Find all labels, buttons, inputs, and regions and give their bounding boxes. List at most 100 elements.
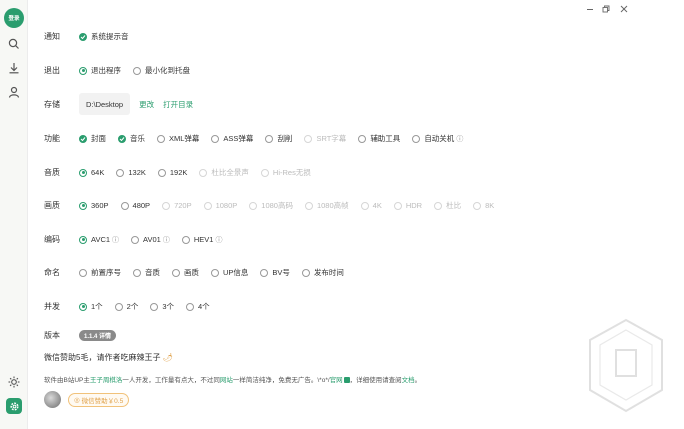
video-option-label: 8K [485,201,495,210]
feature-srt-subtitle-checkbox[interactable]: SRT字幕 [304,133,346,144]
checkbox-icon [133,268,141,277]
feature-music-checkbox[interactable]: 音乐 [118,133,145,144]
audio-hires-radio[interactable]: Hi-Res无损 [260,167,311,178]
exit-row: 退出 退出程序 最小化到托盘 [44,65,202,76]
audio-dolby-atmos-radio[interactable]: 杜比全景声 [199,167,249,178]
concurrency-3-radio[interactable]: 3个 [150,301,174,312]
naming-bv-checkbox[interactable]: BV号 [260,267,290,278]
radio-icon [79,201,87,210]
docs-link[interactable]: 文档 [402,377,415,384]
concurrency-option-label: 1个 [91,302,103,311]
site-link[interactable]: 网站 [220,377,233,384]
audio-64k-radio[interactable]: 64K [79,168,104,177]
info-icon[interactable]: ⓘ [163,235,170,245]
naming-up-info-checkbox[interactable]: UP信息 [211,267,248,278]
video-4k-radio[interactable]: 4K [360,201,382,210]
sidebar: 登录 [0,0,28,429]
notify-row: 通知 系统提示音 [44,31,141,42]
feature-cover-checkbox[interactable]: 封面 [79,133,106,144]
naming-video-checkbox[interactable]: 画质 [172,267,199,278]
radio-icon [203,201,212,210]
close-icon[interactable] [618,3,630,15]
naming-index-checkbox[interactable]: 前置序号 [79,267,121,278]
audio-option-label: 杜比全景声 [211,168,249,177]
feature-tools-checkbox[interactable]: 辅助工具 [358,133,400,144]
codec-avc1-radio[interactable]: AVC1 ⓘ [79,235,119,245]
concurrency-2-radio[interactable]: 2个 [114,301,138,312]
minimize-icon[interactable] [584,3,596,15]
checkbox-icon [157,134,165,143]
desc-text: 。 [414,377,422,384]
naming-option-label: 前置序号 [91,268,121,277]
theme-sun-icon[interactable] [6,374,22,390]
radio-icon [473,201,482,210]
feature-ass-danmaku-checkbox[interactable]: ASS弹幕 [211,133,253,144]
donate-button-label: 微信赞助￥0.5 [81,397,124,405]
settings-panel: 通知 系统提示音 退出 退出程序 最小化到托盘 存储 D:\Desktop 更改… [28,18,663,429]
version-label: 版本 [44,331,60,340]
info-icon[interactable]: ⓘ [456,134,463,144]
system-sound-checkbox[interactable]: 系统提示音 [79,31,129,42]
donate-row: ◎ 微信赞助￥0.5 [44,391,130,408]
video-360p-radio[interactable]: 360P [79,201,109,210]
minimize-to-tray-radio[interactable]: 最小化到托盘 [133,65,190,76]
video-720p-radio[interactable]: 720P [162,201,192,210]
video-8k-radio[interactable]: 8K [473,201,494,210]
video-dolby-radio[interactable]: 杜比 [434,200,461,211]
video-hdr-radio[interactable]: HDR [393,201,423,210]
video-option-label: 720P [174,201,192,210]
concurrency-label: 并发 [44,302,60,311]
video-480p-radio[interactable]: 480P [120,201,150,210]
concurrency-4-radio[interactable]: 4个 [186,301,210,312]
wechat-donate-button[interactable]: ◎ 微信赞助￥0.5 [68,392,130,407]
features-row: 功能 封面 音乐 XML弹幕 ASS弹幕 刮削 SRT字幕 辅助工具 自动关机 ⓘ [44,133,475,144]
radio-icon [157,168,166,177]
version-badge[interactable]: 1.1.4 详情 [79,330,117,341]
naming-row: 命名 前置序号 音质 画质 UP信息 BV号 发布时间 [44,267,356,278]
feature-label: 自动关机 [424,134,455,143]
concurrency-1-radio[interactable]: 1个 [79,301,103,312]
audio-option-label: Hi-Res无损 [272,168,311,177]
naming-option-label: BV号 [272,268,290,277]
chili-emoji-icon: 🌶 [162,353,173,362]
feature-label: 音乐 [130,134,145,143]
restore-icon[interactable] [600,3,612,15]
author-link[interactable]: 王子周棋洛 [90,377,123,384]
feature-label: 封面 [91,134,106,143]
video-1080-high-bitrate-radio[interactable]: 1080高码 [249,200,293,211]
audio-option-label: 192K [169,168,188,177]
login-button[interactable]: 登录 [4,8,24,28]
naming-publish-time-checkbox[interactable]: 发布时间 [301,267,344,278]
download-icon[interactable] [6,60,22,76]
video-1080p-radio[interactable]: 1080P [203,201,237,210]
settings-gear-icon[interactable] [6,398,22,414]
info-icon[interactable]: ⓘ [112,235,119,245]
donate-title-text: 微信赞助5毛，请作者吃麻辣王子 [44,353,161,362]
audio-192k-radio[interactable]: 192K [157,168,188,177]
radio-icon [186,302,195,311]
codec-hev1-radio[interactable]: HEV1 ⓘ [181,235,222,245]
codec-av01-radio[interactable]: AV01 ⓘ [131,235,170,245]
exit-program-radio[interactable]: 退出程序 [79,65,121,76]
info-icon[interactable]: ⓘ [215,235,222,245]
concurrency-option-label: 3个 [162,302,175,311]
desc-text: 软件由B站UP主 [44,377,90,384]
feature-auto-shutdown-checkbox[interactable]: 自动关机 ⓘ [412,133,463,144]
video-option-label: 1080高码 [261,201,293,210]
naming-audio-checkbox[interactable]: 音质 [133,267,160,278]
radio-icon [116,168,125,177]
user-icon[interactable] [6,84,22,100]
open-directory-link[interactable]: 打开目录 [163,99,193,110]
official-site-link[interactable]: 官网 [330,377,343,384]
video-option-label: HDR [405,201,423,210]
change-path-link[interactable]: 更改 [139,99,154,110]
feature-scrape-checkbox[interactable]: 刮削 [265,133,292,144]
search-icon[interactable] [6,36,22,52]
features-label: 功能 [44,134,60,143]
audio-132k-radio[interactable]: 132K [116,168,146,177]
feature-xml-danmaku-checkbox[interactable]: XML弹幕 [157,133,199,144]
video-1080-high-fps-radio[interactable]: 1080高帧 [304,200,349,211]
audio-option-label: 132K [128,168,146,177]
feature-label: ASS弹幕 [223,134,254,143]
exit-label: 退出 [44,66,60,75]
